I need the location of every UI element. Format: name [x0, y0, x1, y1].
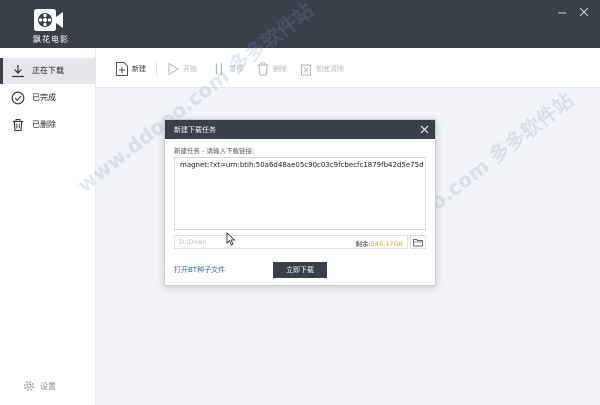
open-bt-torrent-link[interactable]: 打开BT种子文件 — [174, 265, 225, 275]
browse-folder-button[interactable] — [410, 235, 426, 249]
free-space-label: 剩余: — [355, 240, 371, 248]
settings-button[interactable]: 设置 — [22, 379, 72, 393]
logo-text: 飘花电影 — [33, 35, 69, 44]
sidebar-item-label: 已完成 — [32, 93, 56, 102]
sidebar-item-deleted[interactable]: 已删除 — [0, 112, 96, 138]
minimize-icon[interactable] — [556, 6, 568, 18]
download-now-button[interactable]: 立即下载 — [273, 262, 327, 278]
mouse-cursor-icon — [226, 232, 236, 246]
sidebar-item-completed[interactable]: 已完成 — [0, 85, 96, 111]
clear-trash-icon — [300, 64, 312, 76]
sidebar: 正在下载 已完成 已删除 设置 — [0, 48, 96, 405]
dialog-header: 新建下载任务 — [165, 120, 435, 139]
film-camera-icon — [34, 9, 63, 31]
save-path-input: D:\Down — [179, 238, 207, 246]
check-circle-icon — [11, 91, 25, 105]
download-icon — [12, 65, 24, 78]
free-space: 剩余:546.17GB — [356, 238, 403, 248]
dialog-title: 新建下载任务 — [174, 126, 216, 134]
close-icon[interactable] — [419, 124, 430, 135]
sidebar-item-downloading[interactable]: 正在下载 — [0, 58, 96, 84]
free-space-value: 546.17GB — [370, 240, 403, 248]
dialog-subtitle: 新建任务 - 请输入下载链接: — [174, 147, 255, 155]
sidebar-item-label: 正在下载 — [32, 66, 64, 75]
start-label: 开始 — [183, 65, 197, 73]
trash-icon — [13, 119, 23, 132]
clear-all-label: 彻底清除 — [316, 65, 344, 73]
close-icon[interactable] — [578, 6, 590, 18]
folder-icon — [413, 239, 423, 247]
toolbar-divider — [156, 62, 157, 76]
gear-icon — [24, 381, 34, 391]
magnet-link-text: magnet:?xt=urn:btih:50a6d48ae05c90c03c9f… — [180, 161, 424, 169]
new-task-label: 新建 — [132, 65, 146, 73]
save-path-field[interactable]: D:\Down 剩余:546.17GB — [174, 235, 408, 249]
toolbar: 新建 开始 暂停 删除 彻底清除 — [96, 48, 600, 88]
play-icon — [168, 62, 179, 76]
new-file-icon — [116, 62, 128, 76]
delete-label: 删除 — [273, 65, 287, 73]
settings-label: 设置 — [40, 382, 56, 391]
app-logo: 飘花电影 — [28, 6, 74, 46]
magnet-link-input[interactable]: magnet:?xt=urn:btih:50a6d48ae05c90c03c9f… — [174, 157, 426, 230]
sidebar-item-label: 已删除 — [32, 120, 56, 129]
new-task-dialog: 新建下载任务 新建任务 - 请输入下载链接: magnet:?xt=urn:bt… — [164, 119, 436, 286]
